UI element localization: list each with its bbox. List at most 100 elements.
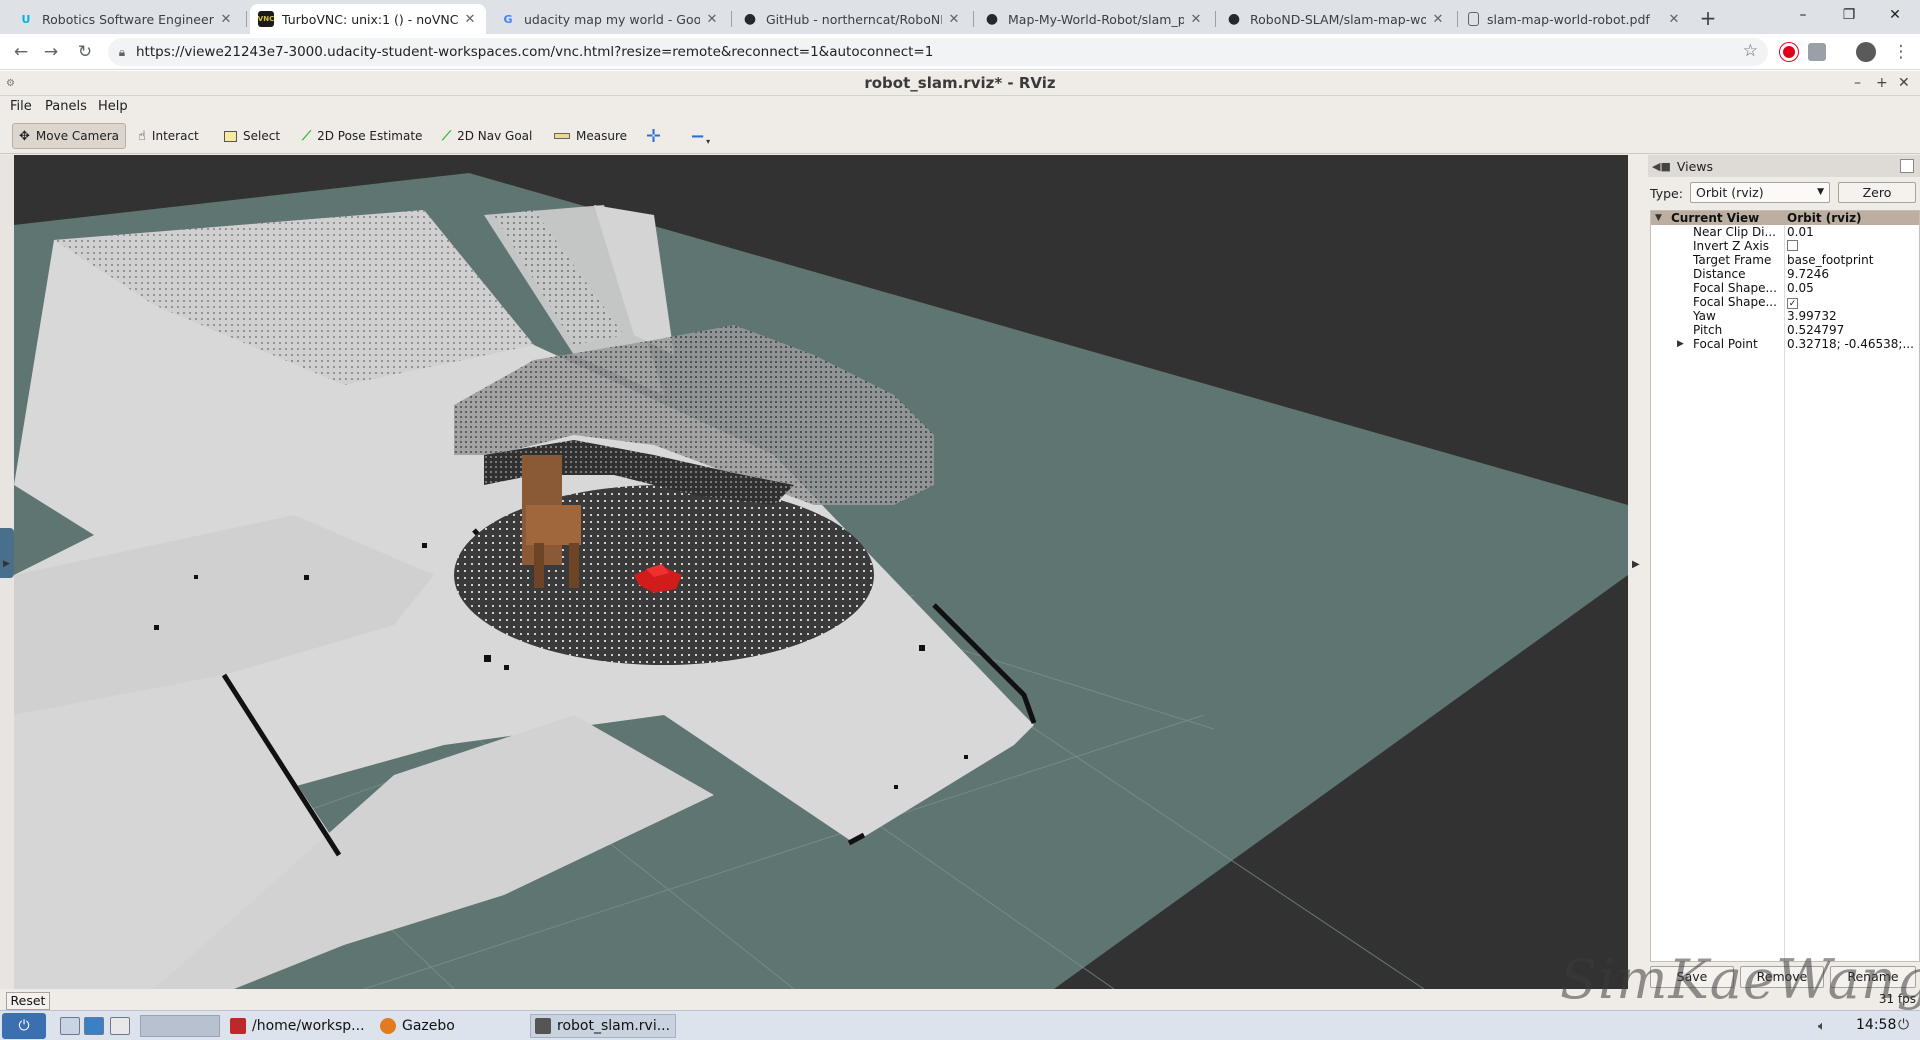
ruler-icon — [554, 133, 570, 139]
start-menu-button[interactable]: ⏻ — [2, 1013, 46, 1039]
window-title: robot_slam.rviz* - RViz — [864, 74, 1056, 92]
close-icon[interactable]: ✕ — [1188, 12, 1204, 27]
reload-icon[interactable]: ↻ — [72, 40, 98, 64]
property-value[interactable]: 0.01 — [1787, 225, 1917, 239]
tool-interact[interactable]: ☝ Interact — [132, 123, 205, 149]
browser-menu-icon[interactable]: ⋮ — [1888, 40, 1914, 64]
taskbar-item-gazebo[interactable]: Gazebo — [380, 1014, 520, 1038]
forward-icon[interactable]: → — [38, 40, 64, 64]
tab-pdf[interactable]: slam-map-world-robot.pdf ✕ — [1460, 4, 1690, 34]
tab-turbovnc[interactable]: VNC TurboVNC: unix:1 () - noVNC ✕ — [250, 4, 486, 34]
property-value[interactable]: 3.99732 — [1787, 309, 1917, 323]
maximize-button[interactable]: ❐ — [1826, 0, 1872, 30]
rviz-toolbar: ✥ Move Camera ☝ Interact Select ⟋ 2D Pos… — [0, 118, 1920, 154]
hand-icon: ☝ — [138, 128, 146, 144]
property-key: Distance — [1693, 267, 1746, 281]
property-value[interactable]: 9.7246 — [1787, 267, 1917, 281]
new-tab-button[interactable]: + — [1694, 5, 1722, 31]
lock-icon[interactable]: 🔒︎ — [108, 45, 136, 60]
property-row[interactable]: Yaw 3.99732 — [1651, 309, 1919, 323]
taskbar-item-rviz[interactable]: robot_slam.rvi... — [530, 1014, 676, 1038]
property-row[interactable]: Focal Shape... ✓ — [1651, 295, 1919, 309]
tab-github-northerncat[interactable]: ● GitHub - northerncat/RoboND-M ✕ — [734, 4, 970, 34]
zero-button[interactable]: Zero — [1838, 182, 1916, 203]
expand-left-icon[interactable]: ▶ — [3, 559, 10, 569]
volume-icon[interactable]: 🔈︎ — [1818, 1019, 1826, 1034]
profile-avatar[interactable] — [1856, 42, 1876, 62]
expand-triangle-icon[interactable]: ▶ — [1677, 337, 1684, 351]
menu-panels[interactable]: Panels — [45, 99, 87, 114]
rviz-maximize-button[interactable]: + — [1876, 71, 1888, 96]
property-key: Focal Point — [1693, 337, 1758, 351]
tab-google-search[interactable]: G udacity map my world - Google S ✕ — [492, 4, 728, 34]
property-row[interactable]: Pitch 0.524797 — [1651, 323, 1919, 337]
property-row[interactable]: Focal Shape... 0.05 — [1651, 281, 1919, 295]
tab-title: RoboND-SLAM/slam-map-world — [1250, 11, 1426, 27]
close-icon[interactable]: ✕ — [946, 12, 962, 27]
close-icon[interactable]: ✕ — [704, 12, 720, 27]
rviz-window: ⚙ robot_slam.rviz* - RViz – + ✕ File Pan… — [0, 71, 1920, 1010]
close-icon[interactable]: ✕ — [1666, 12, 1682, 27]
udacity-icon: U — [21, 12, 31, 26]
tool-2d-nav-goal[interactable]: ⟋ 2D Nav Goal — [436, 123, 538, 149]
power-icon[interactable]: ⏻ — [1898, 1017, 1909, 1033]
property-value[interactable]: 0.32718; -0.46538;... — [1787, 337, 1917, 351]
float-panel-button[interactable] — [1900, 159, 1914, 173]
current-view-row[interactable]: ▼ Current View Orbit (rviz) — [1651, 211, 1919, 225]
tool-2d-pose-estimate[interactable]: ⟋ 2D Pose Estimate — [296, 123, 428, 149]
property-value[interactable]: base_footprint — [1787, 253, 1917, 267]
workspace-switcher[interactable] — [140, 1015, 220, 1037]
back-icon[interactable]: ← — [8, 40, 34, 64]
property-row[interactable]: Target Frame base_footprint — [1651, 253, 1919, 267]
tool-measure[interactable]: Measure — [548, 123, 633, 149]
address-bar[interactable]: 🔒︎ https://viewe21243e7-3000.udacity-stu… — [108, 38, 1768, 66]
gazebo-icon — [380, 1018, 396, 1034]
property-value[interactable]: 0.05 — [1787, 281, 1917, 295]
show-desktop-icon[interactable] — [60, 1017, 80, 1035]
github-icon: ● — [1227, 11, 1241, 27]
property-row[interactable]: ▶ Focal Point 0.32718; -0.46538;... — [1651, 337, 1919, 351]
tool-select[interactable]: Select — [218, 123, 286, 149]
rviz-minimize-button[interactable]: – — [1854, 71, 1861, 96]
invert-z-checkbox[interactable] — [1787, 240, 1798, 251]
close-icon[interactable]: ✕ — [218, 12, 234, 27]
collapse-triangle-icon[interactable]: ▼ — [1655, 211, 1662, 225]
url-text[interactable]: https://viewe21243e7-3000.udacity-studen… — [136, 44, 933, 60]
displays-panel-handle[interactable] — [0, 528, 14, 578]
property-row[interactable]: Invert Z Axis — [1651, 239, 1919, 253]
close-icon[interactable]: ✕ — [462, 12, 478, 27]
slam-map-render[interactable] — [14, 155, 1628, 989]
menu-file[interactable]: File — [10, 99, 32, 114]
tab-udacity[interactable]: U Robotics Software Engineer - Uda ✕ — [10, 4, 242, 34]
opera-extension-icon[interactable] — [1780, 43, 1798, 61]
close-icon[interactable]: ✕ — [1430, 12, 1446, 27]
type-label: Type: — [1650, 185, 1683, 201]
bookmark-star-icon[interactable]: ☆ — [1743, 41, 1758, 61]
rviz-close-button[interactable]: ✕ — [1898, 71, 1910, 96]
shield-extension-icon[interactable] — [1808, 43, 1826, 61]
tab-title: TurboVNC: unix:1 () - noVNC — [282, 11, 458, 27]
file-manager-icon[interactable] — [84, 1017, 104, 1035]
collapse-right-icon[interactable]: ▶ — [1632, 559, 1640, 570]
tool-label: 2D Nav Goal — [457, 129, 533, 143]
panel-splitter[interactable]: ▶ — [1628, 155, 1648, 989]
property-row[interactable]: Distance 9.7246 — [1651, 267, 1919, 281]
taskbar-clock: 14:58 — [1856, 1017, 1897, 1033]
remove-tool-button[interactable]: − ▾ — [684, 123, 716, 149]
focal-shape-checkbox[interactable]: ✓ — [1787, 298, 1798, 309]
tab-github-map-my-world[interactable]: ● Map-My-World-Robot/slam_proj ✕ — [976, 4, 1212, 34]
minimize-button[interactable]: – — [1780, 0, 1826, 30]
property-key: Focal Shape... — [1693, 295, 1777, 309]
3d-viewport[interactable] — [14, 155, 1628, 989]
menu-help[interactable]: Help — [98, 99, 128, 114]
taskbar-item-terminal[interactable]: /home/worksp... — [230, 1014, 370, 1038]
add-tool-button[interactable]: ✛ — [640, 123, 667, 149]
property-value[interactable]: 0.524797 — [1787, 323, 1917, 337]
property-row[interactable]: Near Clip Di... 0.01 — [1651, 225, 1919, 239]
browser-launcher-icon[interactable] — [110, 1017, 130, 1035]
close-window-button[interactable]: ✕ — [1872, 0, 1918, 30]
tab-github-robond-slam[interactable]: ● RoboND-SLAM/slam-map-world ✕ — [1218, 4, 1454, 34]
reset-button[interactable]: Reset — [6, 992, 50, 1010]
tool-move-camera[interactable]: ✥ Move Camera — [12, 123, 126, 149]
view-type-select[interactable]: Orbit (rviz) ▼ — [1690, 182, 1830, 203]
